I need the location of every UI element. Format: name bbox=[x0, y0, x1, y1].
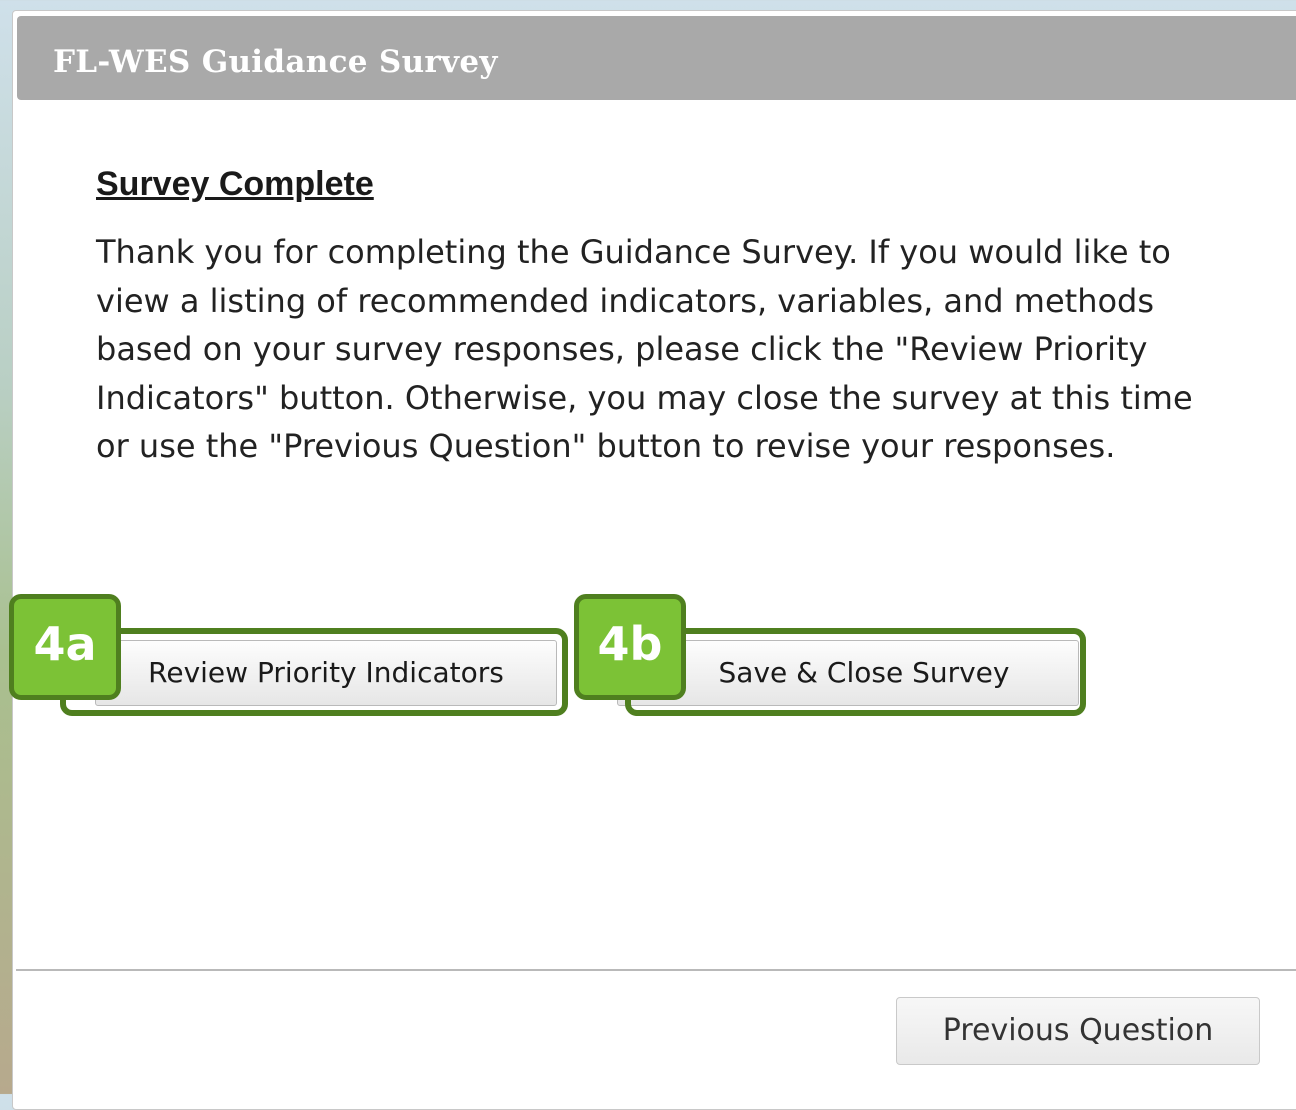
dialog-titlebar: FL-WES Guidance Survey bbox=[17, 16, 1296, 100]
previous-question-button[interactable]: Previous Question bbox=[896, 997, 1260, 1065]
page-title: Survey Complete bbox=[96, 165, 374, 203]
instructions-text: Thank you for completing the Guidance Su… bbox=[96, 233, 1193, 466]
step-badge-4b: 4b bbox=[574, 594, 686, 700]
footer-divider bbox=[16, 969, 1296, 971]
highlight-frame-4a bbox=[60, 628, 568, 716]
dialog-title: FL-WES Guidance Survey bbox=[53, 44, 498, 80]
step-badge-4a: 4a bbox=[9, 594, 121, 700]
survey-dialog: FL-WES Guidance Survey Survey Complete T… bbox=[12, 10, 1296, 1110]
highlight-frame-4b bbox=[625, 628, 1086, 716]
